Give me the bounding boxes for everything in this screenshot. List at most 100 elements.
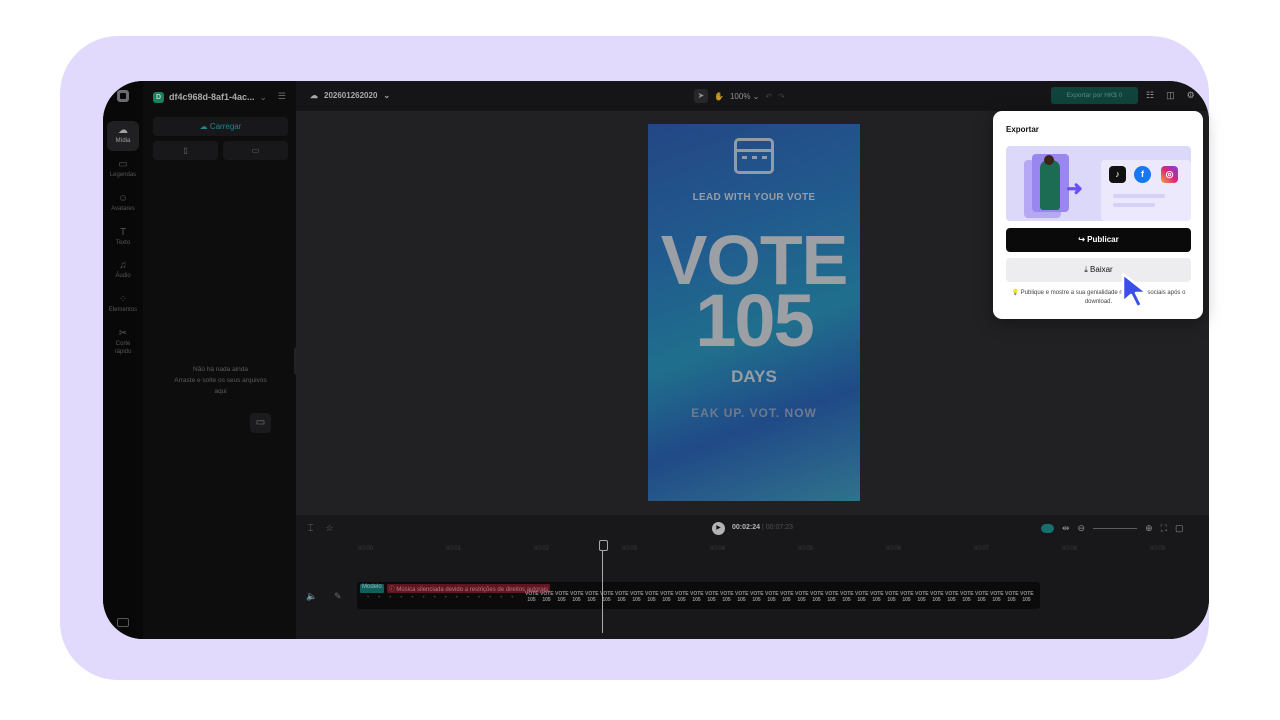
keyboard-icon[interactable] — [117, 618, 129, 627]
clip-thumbnail: VOTE 105 — [660, 591, 674, 603]
media-panel: D df4c968d-8af1-4ac... ⌄ ☰ ☁ Carregar ▯ … — [143, 81, 296, 639]
split-view-icon[interactable]: ⇹ — [1062, 523, 1070, 534]
rail-item-elements[interactable]: ⁘ Elementos — [107, 290, 139, 320]
app-logo-icon[interactable] — [117, 90, 129, 102]
media-source-button[interactable]: ▭ — [223, 141, 288, 160]
hand-icon[interactable]: ✋ — [714, 92, 724, 101]
rail-item-captions[interactable]: ▭ Legendas — [107, 155, 139, 185]
poster-preview[interactable]: LEAD WITH YOUR VOTE VOTE 105 DAYS EAK UP… — [648, 124, 860, 501]
clip-thumbnail: VOTE 105 — [750, 591, 764, 603]
poster-days-text: DAYS — [731, 367, 777, 386]
image-icon: ▭ — [251, 146, 260, 155]
ruler-tick: 00:05 — [798, 546, 814, 552]
fullscreen-icon[interactable]: ⛶ — [1161, 523, 1167, 534]
clip-thumbnail: VOTE 105 — [570, 591, 584, 603]
timeline: ⌶ ☆ ▶ 00:02:24 | 00:07:23 ⇹ ⊖ ⊕ ⛶ ▢ 00:0… — [296, 515, 1209, 639]
volume-icon[interactable]: 🔈 — [306, 591, 317, 602]
poster-speak-text: EAK UP. VOT. NOW — [691, 406, 817, 420]
monitor-icon[interactable]: ▭ — [250, 413, 271, 433]
popup-note: 💡 Publique e mostre a sua genialidade na… — [1011, 290, 1186, 305]
calendar-icon — [734, 138, 774, 174]
rail-item-text[interactable]: T Texto — [107, 223, 139, 253]
ruler-tick: 00:08 — [1062, 546, 1078, 552]
rail-item-media[interactable]: ☁ Mídia — [107, 121, 139, 151]
playhead[interactable] — [599, 540, 608, 633]
empty-state-text: Não há nada ainda Arraste e solte os seu… — [153, 364, 288, 397]
export-popup: Exportar ➜ ♪ f ◎ ↪ Publicar ⤓ Baixar 💡 P… — [993, 111, 1203, 319]
scissors-icon: ✂ — [118, 328, 128, 339]
timeline-right-tools: ⇹ ⊖ ⊕ ⛶ ▢ — [1041, 523, 1183, 534]
rail-item-label: Texto — [115, 240, 131, 246]
list-icon[interactable]: ☰ — [278, 91, 286, 102]
clip-thumbnail: VOTE 105 — [645, 591, 659, 603]
tiktok-icon: ♪ — [1109, 166, 1126, 183]
ruler-tick: 00:04 — [710, 546, 726, 552]
clip-thumbnail: VOTE 105 — [990, 591, 1004, 603]
clip-thumbnail: VOTE 105 — [675, 591, 689, 603]
empty-line: Arraste e solte os seus arquivos — [174, 377, 267, 384]
rail-item-avatars[interactable]: ☺ Avatares — [107, 189, 139, 219]
export-button[interactable]: Exportar por HK$ 0 — [1051, 87, 1138, 104]
zoom-out-icon[interactable]: ⊖ — [1078, 523, 1086, 534]
magnet-toggle[interactable] — [1041, 524, 1054, 533]
zoom-slider[interactable] — [1093, 528, 1138, 529]
project-title[interactable]: ☁ 202601262020 ⌄ — [310, 91, 390, 100]
music-icon: ♫ — [119, 260, 127, 271]
poster-lead-text: LEAD WITH YOUR VOTE — [692, 192, 816, 203]
favorite-icon[interactable]: ☆ — [325, 523, 333, 534]
split-icon[interactable]: ⌶ — [308, 523, 313, 534]
current-time: 00:02:24 — [732, 524, 761, 531]
cloud-upload-icon: ☁ — [199, 122, 210, 131]
canvas-tools: ➤ ✋ 100% ⌄ ↶ ↷ — [694, 89, 785, 103]
project-title-text: 202601262020 — [324, 91, 378, 100]
undo-icon[interactable]: ↶ — [765, 92, 772, 101]
rail-item-label: Áudio — [115, 273, 131, 279]
rail-item-label: Avatares — [111, 206, 135, 212]
clip-thumbnail: VOTE 105 — [900, 591, 914, 603]
clip-thumbnail: VOTE 105 — [765, 591, 779, 603]
text-icon: T — [119, 227, 127, 238]
export-label: Exportar por HK$ 0 — [1066, 92, 1123, 99]
clip-thumbnail: VOTE 105 — [615, 591, 629, 603]
cloud-icon: ☁ — [310, 91, 318, 100]
ruler-tick: 00:01 — [446, 546, 462, 552]
zoom-select[interactable]: 100% ⌄ — [730, 92, 759, 101]
zoom-in-icon[interactable]: ⊕ — [1145, 523, 1153, 534]
publish-button[interactable]: ↪ Publicar — [1006, 228, 1191, 252]
settings-icon[interactable]: ⚙ — [1187, 90, 1195, 101]
clip-labels: Modelo ⓘ Música silenciada devido a rest… — [360, 584, 551, 593]
arrow-icon: ➜ — [1066, 178, 1083, 200]
upload-label: Carregar — [209, 122, 242, 131]
rail-item-quick-cut[interactable]: ✂ Corte rápido — [107, 324, 139, 362]
left-rail: ☁ Mídia ▭ Legendas ☺ Avatares T Texto ♫ … — [103, 81, 143, 639]
project-selector[interactable]: D df4c968d-8af1-4ac... ⌄ — [153, 90, 267, 104]
rail-item-label: Corte rápido — [114, 341, 132, 355]
download-button[interactable]: ⤓ Baixar — [1006, 258, 1191, 282]
video-clip[interactable]: Modelo ⓘ Música silenciada devido a rest… — [357, 582, 1040, 609]
zoom-value: 100% — [729, 91, 751, 101]
layout-icon[interactable]: ◫ — [1166, 90, 1175, 101]
top-bar: ☁ 202601262020 ⌄ ➤ ✋ 100% ⌄ ↶ ↷ Exportar… — [296, 81, 1209, 111]
comment-icon[interactable]: ▢ — [1175, 523, 1184, 534]
play-button[interactable]: ▶ — [712, 522, 725, 535]
ruler-tick: 00:09 — [1150, 546, 1166, 552]
rail-item-audio[interactable]: ♫ Áudio — [107, 256, 139, 286]
layers-icon[interactable]: ☷ — [1146, 90, 1154, 101]
rail-item-label: Elementos — [108, 307, 138, 313]
rail-item-label: Legendas — [109, 172, 137, 178]
avatar-icon: ☺ — [117, 193, 129, 204]
clip-thumbnail: VOTE 105 — [585, 591, 599, 603]
upload-button[interactable]: ☁ Carregar — [153, 117, 288, 136]
chevron-down-icon: ⌄ — [383, 91, 391, 100]
project-name: df4c968d-8af1-4ac... — [169, 92, 255, 102]
clip-thumbnail: VOTE 105 — [915, 591, 929, 603]
phone-source-button[interactable]: ▯ — [153, 141, 218, 160]
pointer-icon[interactable]: ➤ — [694, 89, 708, 103]
timecode: 00:02:24 | 00:07:23 — [732, 524, 793, 531]
clip-thumbnail: VOTE 105 — [960, 591, 974, 603]
clip-thumbnail: VOTE 105 — [780, 591, 794, 603]
redo-icon[interactable]: ↷ — [778, 92, 785, 101]
person-illustration — [1040, 160, 1060, 210]
phone-icon: ▯ — [183, 146, 188, 155]
edit-icon[interactable]: ✎ — [334, 591, 342, 602]
